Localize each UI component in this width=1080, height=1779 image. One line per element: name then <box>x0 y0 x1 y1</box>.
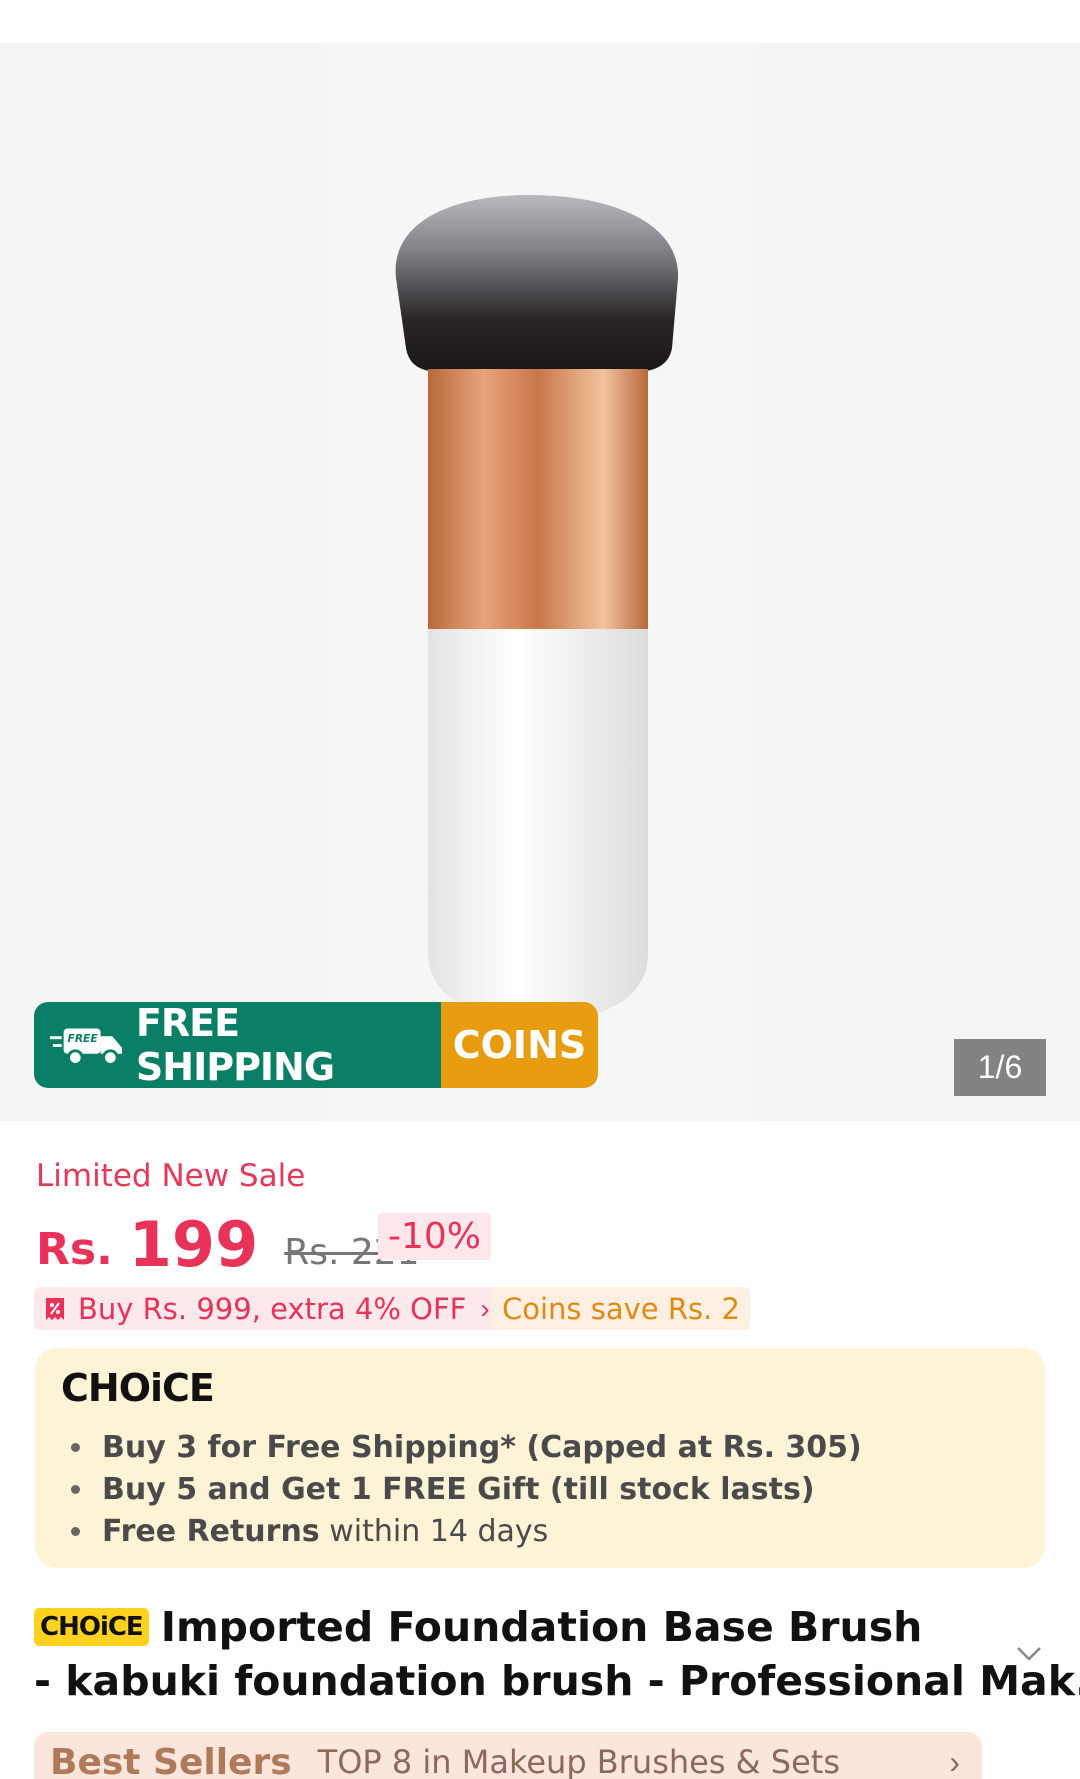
coins-save-badge: Coins save Rs. 2 <box>492 1287 751 1330</box>
best-sellers-bar[interactable]: Best Sellers TOP 8 in Makeup Brushes & S… <box>34 1732 982 1779</box>
current-price: 199 <box>128 1208 259 1281</box>
sale-label: Limited New Sale <box>36 1158 306 1194</box>
price-currency: Rs. <box>36 1224 113 1275</box>
price-row: Rs. 199 Rs. 221 <box>36 1205 420 1281</box>
product-title-line-1: CHOiCE Imported Foundation Base Brush <box>34 1600 994 1654</box>
benefit-bold: Buy 3 for Free Shipping* (Capped at Rs. … <box>102 1429 862 1465</box>
coins-section: COINS <box>441 1002 598 1088</box>
bullet <box>71 1526 80 1536</box>
chevron-down-icon[interactable] <box>1012 1636 1046 1670</box>
best-sellers-title: Best Sellers <box>50 1741 292 1779</box>
best-sellers-rank: TOP 8 in Makeup Brushes & Sets <box>317 1743 841 1779</box>
free-shipping-label: FREE SHIPPING <box>135 1002 335 1088</box>
list-item: Buy 3 for Free Shipping* (Capped at Rs. … <box>71 1426 862 1468</box>
chevron-right-icon: › <box>480 1292 490 1324</box>
svg-text:FREE: FREE <box>68 1032 99 1045</box>
benefit-bold: Free Returns <box>102 1513 320 1549</box>
list-item: Free Returns within 14 days <box>71 1510 862 1552</box>
choice-benefits-card[interactable]: CHOiCE Buy 3 for Free Shipping* (Capped … <box>35 1348 1045 1568</box>
truck-icon: FREE <box>50 1028 123 1066</box>
choice-benefits-list: Buy 3 for Free Shipping* (Capped at Rs. … <box>71 1426 862 1552</box>
benefit-rest: within 14 days <box>319 1513 549 1549</box>
bundle-offer-text: Buy Rs. 999, extra 4% OFF <box>78 1291 467 1326</box>
product-photo-brush <box>395 195 679 1021</box>
list-item: Buy 5 and Get 1 FREE Gift (till stock la… <box>71 1468 862 1510</box>
image-counter: 1/6 <box>954 1039 1046 1096</box>
coupon-icon <box>46 1297 64 1320</box>
choice-logo-text: CHOiCE <box>61 1366 215 1410</box>
product-image-gallery[interactable]: FREE FREE SHIPPING COINS 1/6 <box>0 43 1080 1121</box>
top-bar <box>0 0 1080 43</box>
discount-badge: -10% <box>378 1213 492 1260</box>
free-shipping-coins-banner[interactable]: FREE FREE SHIPPING COINS <box>34 1002 598 1088</box>
product-title-line-2: - kabuki foundation brush - Professional… <box>34 1657 1080 1705</box>
product-title-text-1: Imported Foundation Base Brush <box>160 1603 923 1651</box>
choice-logo: CHOiCE <box>61 1366 215 1410</box>
choice-badge: CHOiCE <box>34 1608 149 1646</box>
bullet <box>71 1484 80 1494</box>
benefit-bold: Buy 5 and Get 1 FREE Gift (till stock la… <box>102 1471 815 1507</box>
product-title[interactable]: CHOiCE Imported Foundation Base Brush - … <box>34 1600 1080 1708</box>
chevron-right-icon: › <box>949 1743 960 1779</box>
bundle-offer-button[interactable]: Buy Rs. 999, extra 4% OFF › <box>34 1287 504 1330</box>
bullet <box>71 1442 80 1452</box>
coins-label: COINS <box>452 1023 587 1067</box>
free-shipping-section: FREE FREE SHIPPING <box>34 1002 441 1088</box>
